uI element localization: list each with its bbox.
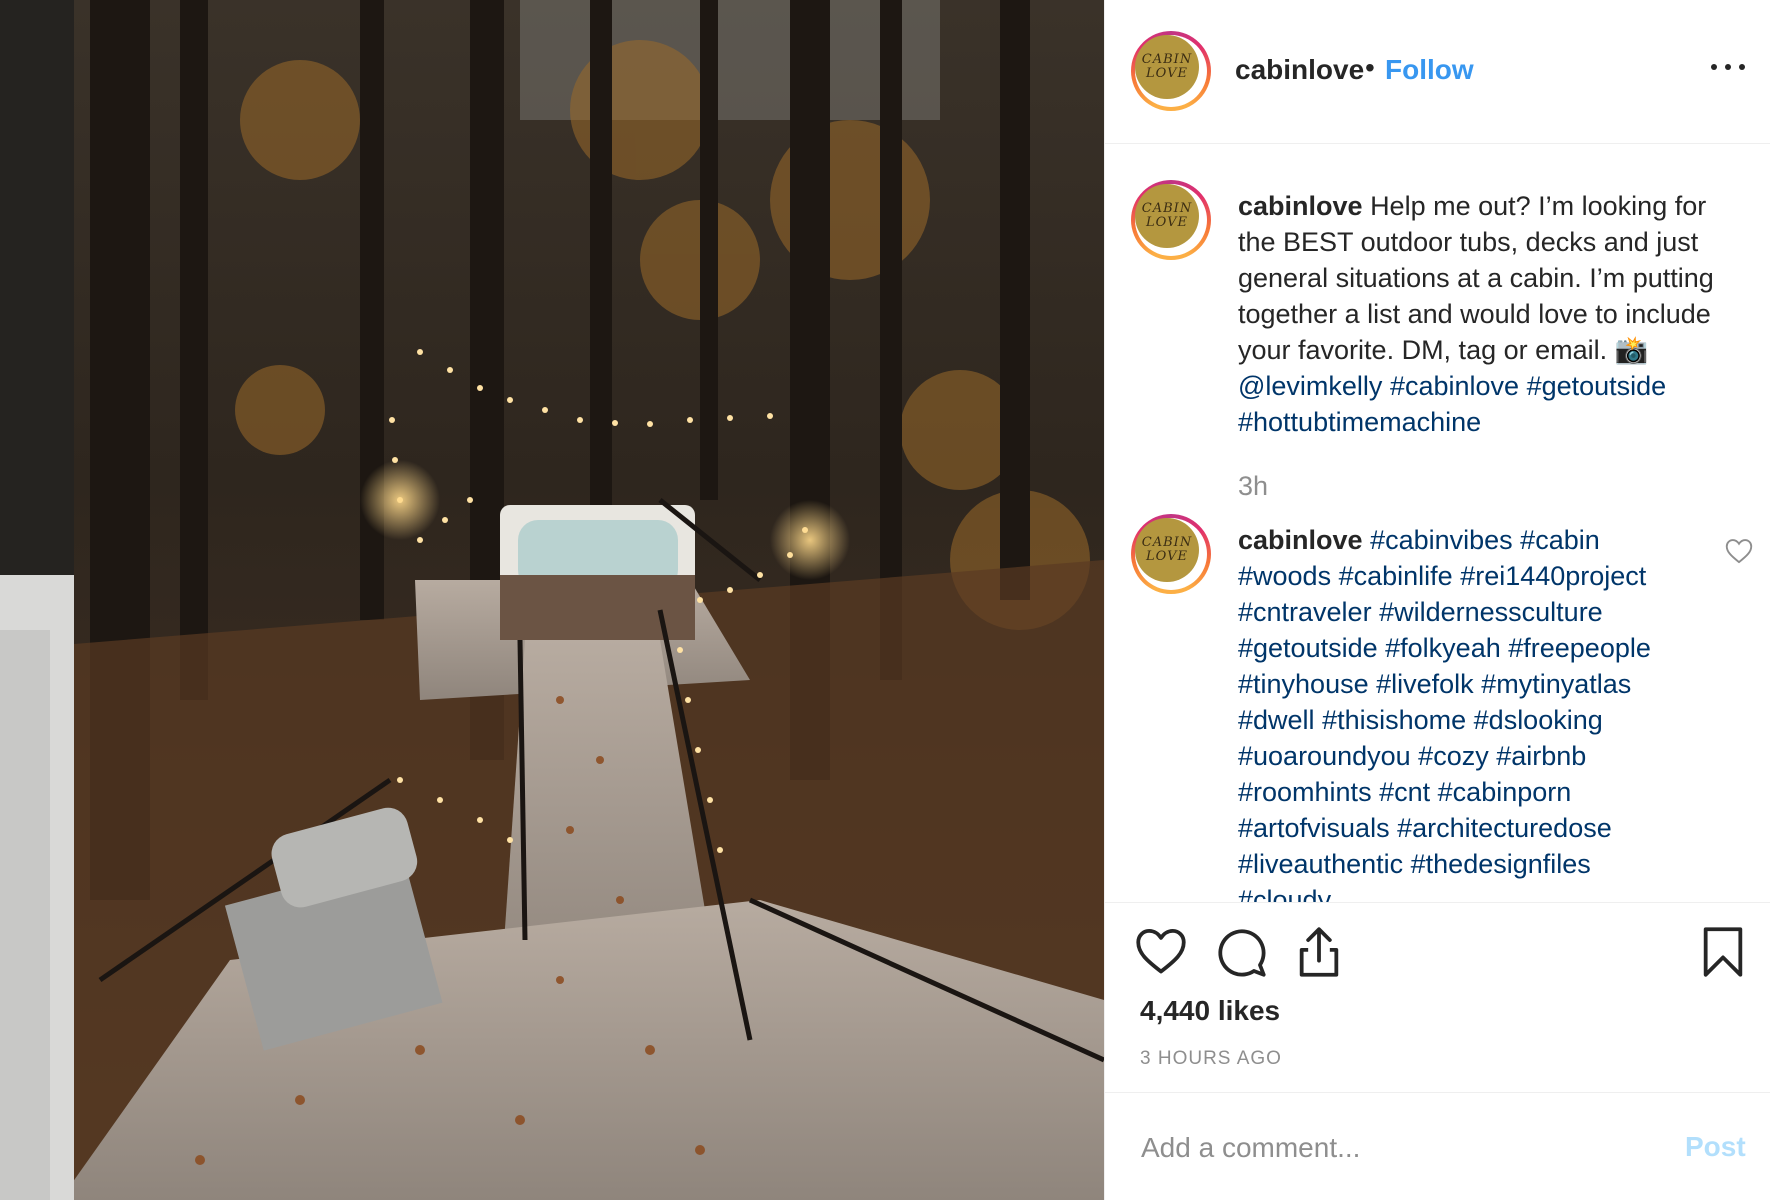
hashtag-link[interactable]: #woods [1238,561,1331,591]
comment-hashtags: #cabinvibes #cabin #woods #cabinlife #re… [1238,525,1651,902]
hashtag-link[interactable]: #cabinvibes [1370,525,1513,555]
hashtag-link[interactable]: #roomhints [1238,777,1372,807]
heart-icon[interactable] [1135,926,1187,978]
hashtag-link[interactable]: #cloudy [1238,885,1331,902]
caption-avatar[interactable]: CABIN LOVE [1131,180,1211,260]
hashtag-link[interactable]: #freepeople [1508,633,1651,663]
follow-button[interactable]: Follow [1385,54,1474,86]
hashtag-link[interactable]: #cntraveler [1238,597,1372,627]
header-username[interactable]: cabinlove [1235,54,1364,86]
hashtag-link[interactable]: #cabinlife [1339,561,1453,591]
cabinlove-logo: CABIN LOVE [1135,518,1199,582]
post-comment-button[interactable]: Post [1685,1131,1746,1163]
cabinlove-logo: CABIN LOVE [1135,35,1199,99]
like-comment-heart-icon[interactable] [1725,538,1753,564]
hashtag-link[interactable]: #tinyhouse [1238,669,1369,699]
more-horizontal-icon[interactable] [1711,56,1747,76]
comment-username[interactable]: cabinlove [1238,525,1363,555]
hashtag-link[interactable]: #thisishome [1322,705,1466,735]
post-photo[interactable] [0,0,1104,1200]
hashtag-link[interactable]: #mytinyatlas [1481,669,1631,699]
comment-avatar[interactable]: CABIN LOVE [1131,514,1211,594]
hashtag-link[interactable]: #cabinporn [1438,777,1572,807]
cabin-deck-photo [0,0,1104,1200]
hashtag-link[interactable]: #cozy [1418,741,1489,771]
likes-count[interactable]: 4,440 likes [1140,995,1280,1027]
add-comment-bar: Post [1105,1092,1770,1201]
hashtag-link[interactable]: #folkyeah [1385,633,1501,663]
hashtag-link[interactable]: #uoaroundyou [1238,741,1411,771]
hashtag-link[interactable]: #cabin [1520,525,1600,555]
hashtag-link[interactable]: #liveauthentic [1238,849,1403,879]
hashtag-link[interactable]: #thedesignfiles [1411,849,1591,879]
hashtag-link[interactable]: #rei1440project [1460,561,1646,591]
post-detail-panel: CABIN LOVE cabinlove • Follow CABIN LOVE… [1104,0,1770,1200]
hashtag-link[interactable]: #cnt [1379,777,1430,807]
bookmark-icon[interactable] [1697,926,1749,978]
caption-time[interactable]: 3h [1238,471,1268,502]
avatar[interactable]: CABIN LOVE [1131,31,1211,111]
hashtag-link[interactable]: #wildernessculture [1379,597,1603,627]
caption-username[interactable]: cabinlove [1238,191,1363,221]
share-icon[interactable] [1293,926,1345,978]
hashtag-link[interactable]: #livefolk [1376,669,1474,699]
post-timestamp[interactable]: 3 HOURS AGO [1140,1048,1282,1070]
hashtag-link[interactable]: #artofvisuals [1238,813,1390,843]
separator-dot: • [1365,52,1375,83]
hashtag-link[interactable]: #architecturedose [1397,813,1612,843]
comment-icon[interactable] [1215,926,1267,978]
comment-text: cabinlove #cabinvibes #cabin #woods #cab… [1238,522,1688,902]
post-header: CABIN LOVE cabinlove • Follow [1105,0,1770,144]
hashtag-link[interactable]: #dslooking [1474,705,1603,735]
hashtag-link[interactable]: #airbnb [1496,741,1586,771]
hashtag-link[interactable]: #getoutside [1238,633,1378,663]
hashtag-link[interactable]: #getoutside [1527,371,1667,401]
comment-input[interactable] [1139,1125,1663,1171]
mention-link[interactable]: @levimkelly [1238,371,1382,401]
cabinlove-logo: CABIN LOVE [1135,184,1199,248]
caption: cabinlove Help me out? I’m looking for t… [1238,188,1738,440]
post-actions: 4,440 likes 3 HOURS AGO [1105,902,1770,1093]
hashtag-link[interactable]: #hottubtimemachine [1238,407,1481,437]
hashtag-link[interactable]: #dwell [1238,705,1315,735]
comments-list[interactable]: CABIN LOVE cabinlove Help me out? I’m lo… [1105,144,1770,902]
hashtag-link[interactable]: #cabinlove [1390,371,1519,401]
